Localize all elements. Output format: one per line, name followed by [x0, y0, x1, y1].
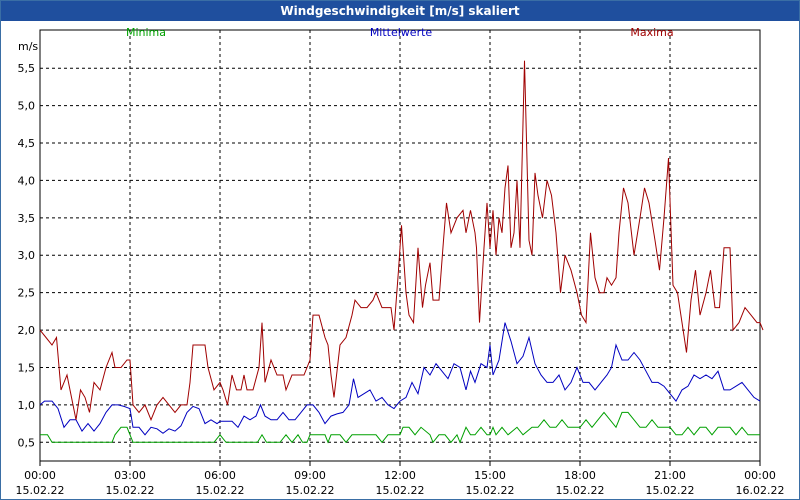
series-layer [39, 60, 764, 444]
y-tick-label: 2,5 [18, 287, 36, 300]
x-axis: 00:00 15.02.22 03:00 15.02.22 06:00 15.02.22 0… [16, 461, 785, 497]
legend-mittelwerte: Mittelwerte [370, 26, 433, 39]
x-tick-time: 18:00 [564, 469, 596, 482]
y-tick-label: 2,0 [18, 324, 36, 337]
x-tick-date: 15.02.22 [466, 484, 515, 497]
y-tick-label: 1,5 [18, 361, 36, 374]
y-tick-label: 5,0 [18, 100, 36, 113]
x-tick-date: 15.02.22 [196, 484, 245, 497]
x-tick-time: 00:00 [744, 469, 776, 482]
y-tick-label: 3,5 [18, 212, 36, 225]
x-tick-time: 21:00 [654, 469, 686, 482]
x-tick-date: 15.02.22 [106, 484, 155, 497]
x-tick-time: 00:00 [24, 469, 56, 482]
series-line-maxima [39, 60, 764, 422]
y-tick-label: 4,0 [18, 174, 36, 187]
x-tick-time: 12:00 [384, 469, 416, 482]
x-tick-time: 09:00 [294, 469, 326, 482]
x-tick-date: 15.02.22 [646, 484, 695, 497]
y-tick-label: 5,5 [18, 62, 36, 75]
wind-speed-chart: 0,5 1,0 1,5 2,0 2,5 3,0 3,5 4,0 4,5 5,0 5,5 00:00 1… [16, 26, 785, 497]
y-tick-label: 1,0 [18, 399, 36, 412]
x-tick-date: 15.02.22 [376, 484, 425, 497]
x-tick-time: 06:00 [204, 469, 236, 482]
x-tick-time: 15:00 [474, 469, 506, 482]
x-tick-date: 15.02.22 [286, 484, 335, 497]
y-axis-label: m/s [18, 40, 38, 53]
x-tick-date: 16.02.22 [736, 484, 785, 497]
y-axis: 0,5 1,0 1,5 2,0 2,5 3,0 3,5 4,0 4,5 5,0 5,5 [18, 62, 36, 449]
legend-maxima: Maxima [630, 26, 673, 39]
x-tick-date: 15.02.22 [556, 484, 605, 497]
x-tick-date: 15.02.22 [16, 484, 65, 497]
y-tick-label: 4,5 [18, 137, 36, 150]
y-tick-label: 0,5 [18, 436, 36, 449]
y-tick-label: 3,0 [18, 249, 36, 262]
legend-minima: Minima [126, 26, 166, 39]
x-tick-time: 03:00 [114, 469, 146, 482]
